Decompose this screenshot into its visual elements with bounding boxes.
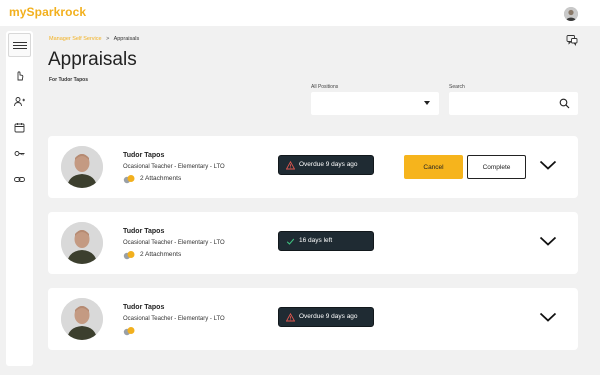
chevron-down-icon[interactable] — [539, 159, 557, 171]
attachment-icon — [123, 251, 135, 260]
attachment-icon — [123, 327, 135, 336]
top-bar: mySparkrock — [0, 0, 600, 26]
employee-avatar — [61, 146, 103, 188]
status-text: 16 days left — [299, 237, 333, 244]
complete-button[interactable]: Complete — [467, 155, 526, 179]
appraisal-card: Tudor Tapos Ocasional Teacher - Elementa… — [48, 288, 578, 350]
status-badge: 16 days left — [278, 231, 374, 251]
employee-name: Tudor Tapos — [123, 152, 165, 159]
page-title: Appraisals — [48, 49, 137, 70]
user-avatar[interactable] — [564, 7, 578, 21]
status-text: Overdue 9 days ago — [299, 161, 358, 168]
search-label: Search — [449, 84, 465, 90]
employee-name: Tudor Tapos — [123, 304, 165, 311]
status-badge: Overdue 9 days ago — [278, 307, 374, 327]
positions-filter-label: All Positions — [311, 84, 339, 90]
cancel-button[interactable]: Cancel — [404, 155, 463, 179]
warning-icon — [286, 161, 295, 170]
breadcrumb-parent-link[interactable]: Manager Self Service — [49, 36, 102, 42]
status-text: Overdue 9 days ago — [299, 313, 358, 320]
employee-position: Ocasional Teacher - Elementary - LTO — [123, 240, 225, 246]
chat-icon[interactable] — [566, 34, 578, 46]
employee-position: Ocasional Teacher - Elementary - LTO — [123, 164, 225, 170]
search-input[interactable] — [449, 92, 578, 115]
hand-icon[interactable] — [13, 69, 26, 82]
check-icon — [286, 238, 295, 245]
employee-avatar — [61, 222, 103, 264]
attachment-icon — [123, 175, 135, 184]
warning-icon — [286, 313, 295, 322]
chevron-down-icon[interactable] — [539, 235, 557, 247]
brand-logo[interactable]: mySparkrock — [9, 5, 86, 19]
breadcrumb: Manager Self Service > Appraisals — [49, 36, 139, 42]
attachments-count: 2 Attachments — [140, 175, 182, 182]
positions-select[interactable] — [311, 92, 439, 115]
caret-down-icon — [424, 101, 430, 105]
appraisal-card: Tudor Tapos Ocasional Teacher - Elementa… — [48, 212, 578, 274]
breadcrumb-separator: > — [106, 36, 110, 42]
menu-icon[interactable] — [8, 33, 31, 57]
status-badge: Overdue 9 days ago — [278, 155, 374, 175]
page-subtitle: For Tudor Tapos — [49, 77, 88, 83]
calendar-icon[interactable] — [13, 121, 26, 134]
attachments-count: 2 Attachments — [140, 251, 182, 258]
sidebar — [6, 31, 33, 366]
link-icon[interactable] — [13, 173, 26, 186]
key-icon[interactable] — [13, 147, 26, 160]
employee-avatar — [61, 298, 103, 340]
employee-name: Tudor Tapos — [123, 228, 165, 235]
search-icon[interactable] — [559, 98, 570, 109]
employee-position: Ocasional Teacher - Elementary - LTO — [123, 316, 225, 322]
breadcrumb-current: Appraisals — [113, 36, 140, 42]
people-icon[interactable] — [13, 95, 26, 108]
appraisal-card: Tudor Tapos Ocasional Teacher - Elementa… — [48, 136, 578, 198]
chevron-down-icon[interactable] — [539, 311, 557, 323]
